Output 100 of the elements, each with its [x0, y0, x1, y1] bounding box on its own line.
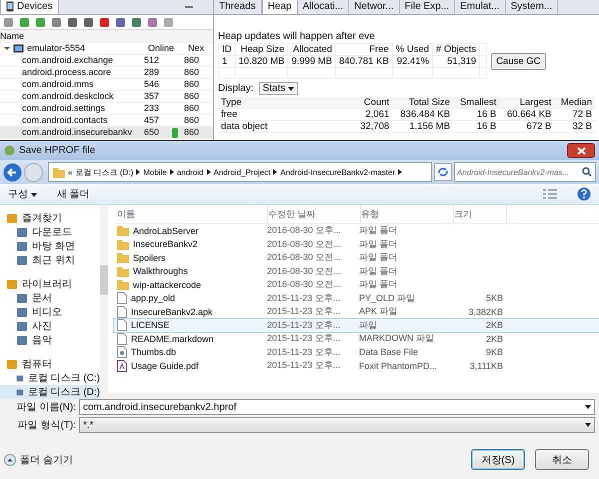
table-cell-text: 860: [183, 91, 200, 102]
column-header[interactable]: 이름: [114, 205, 268, 223]
file-date: 2016-08-30 오전...: [267, 251, 342, 264]
nav-item[interactable]: 최근 위치: [0, 253, 100, 267]
chevron-icon[interactable]: [136, 169, 140, 175]
panel-tab[interactable]: Emulat...: [455, 0, 506, 14]
process-row[interactable]: com.android.settings 233 860: [0, 103, 213, 115]
breadcrumb-item[interactable]: Android_Project: [214, 168, 270, 176]
chevron-icon[interactable]: [170, 169, 174, 175]
chevron-icon[interactable]: [273, 169, 278, 175]
file-row[interactable]: InsecureBankv2 2016-08-30 오전... 파일 폴더: [114, 238, 599, 251]
column-header[interactable]: 유형: [361, 205, 454, 223]
save-button[interactable]: 저장(S): [471, 449, 525, 470]
nav-item[interactable]: 문서: [0, 291, 100, 305]
nav-item[interactable]: 바탕 화면: [0, 239, 100, 253]
file-type: 파일 폴더: [359, 251, 399, 264]
process-row[interactable]: android.process.acore 289 860: [0, 67, 213, 79]
scrollbar[interactable]: [100, 205, 108, 393]
column-header: # Objects: [432, 44, 480, 56]
address-bar[interactable]: « 로컬 디스크 (D:) Mobile android Android_Project Android-InsecureBankv2-master: [48, 162, 432, 182]
breadcrumb-item[interactable]: Android-InsecureBankv2-master: [280, 168, 396, 176]
nav-item[interactable]: 로컬 디스크 (D:): [0, 385, 100, 399]
table-cell: 9.999 MB: [288, 56, 336, 68]
toolbar-icon[interactable]: [19, 16, 30, 28]
toolbar-icon[interactable]: [99, 16, 110, 28]
filename-field[interactable]: com.android.insecurebankv2.hprof: [79, 399, 595, 415]
help-icon[interactable]: [577, 187, 591, 201]
file-row[interactable]: Thumbs.db 2015-11-23 오후... Data Base File 9KB: [114, 346, 599, 359]
toolbar-icon[interactable]: [147, 16, 158, 28]
panel-tab[interactable]: Allocati...: [298, 0, 350, 14]
process-row[interactable]: com.android.mms 546 860: [0, 79, 213, 91]
breadcrumb-item[interactable]: «: [68, 168, 72, 176]
app-icon: [4, 145, 15, 156]
file-date: 2016-08-30 오전...: [267, 238, 342, 251]
new-folder-button[interactable]: 새 폴더: [56, 187, 90, 201]
toolbar-icon[interactable]: [35, 16, 46, 28]
refresh-icon[interactable]: [434, 163, 452, 181]
file-row[interactable]: AndroLabServer 2016-08-30 오후... 파일 폴더: [114, 224, 599, 238]
breadcrumb-item[interactable]: android: [176, 168, 204, 176]
column-header: Smallest: [453, 97, 500, 108]
table-cell-text: 860: [183, 103, 200, 114]
close-button[interactable]: [567, 143, 595, 158]
file-row[interactable]: app.py_old 2015-11-23 오후... PY_OLD 파일 5KB: [114, 292, 599, 305]
view-icon[interactable]: [543, 189, 557, 199]
file-row[interactable]: LICENSE 2015-11-23 오후... 파일 2KB: [114, 318, 599, 332]
nav-item[interactable]: 컴퓨터: [0, 357, 100, 371]
breadcrumb-item[interactable]: Mobile: [143, 168, 167, 176]
breadcrumb-item[interactable]: 로컬 디스크 (D:): [75, 166, 134, 178]
process-row[interactable]: com.android.exchange 512 860: [0, 55, 213, 67]
file-name: README.markdown: [131, 334, 214, 344]
table-cell-text: 457: [143, 115, 160, 126]
column-header[interactable]: 수정한 날짜: [268, 205, 361, 223]
cause-gc-button[interactable]: Cause GC: [491, 52, 546, 70]
file-row[interactable]: README.markdown 2015-11-23 오후... MARKDOWN 파일 2KB: [114, 332, 599, 346]
toolbar-icon[interactable]: [67, 16, 78, 28]
table-cell-text: 512: [143, 55, 160, 66]
nav-item[interactable]: 다운로드: [0, 225, 100, 239]
panel-tab[interactable]: Devices: [0, 0, 59, 14]
panel-tab[interactable]: Networ...: [349, 0, 400, 14]
back-icon[interactable]: [3, 162, 22, 182]
file-date: 2015-11-23 오후...: [267, 318, 342, 332]
file-name: Spoilers: [133, 252, 166, 263]
toolbar-icon[interactable]: [115, 16, 126, 28]
panel-tab[interactable]: Heap: [262, 0, 298, 14]
nav-item[interactable]: 라이브러리: [0, 277, 100, 291]
chevron-icon[interactable]: [206, 169, 210, 175]
process-row[interactable]: com.android.deskclock 357 860: [0, 91, 213, 103]
table-cell: com.android.mms: [22, 79, 94, 90]
toolbar-icon[interactable]: [51, 16, 62, 28]
panel-tab[interactable]: System...: [506, 0, 558, 14]
hide-folders-toggle[interactable]: 폴더 숨기기: [4, 452, 73, 466]
column-header[interactable]: 크기: [454, 205, 507, 223]
table-cell: 1.156 MB: [392, 120, 454, 132]
table-cell-text: 650: [143, 127, 160, 138]
file-row[interactable]: Walkthroughs 2016-08-30 오전... 파일 폴더: [114, 264, 599, 278]
nav-item[interactable]: 즐겨찾기: [0, 211, 100, 225]
file-row[interactable]: Usage Guide.pdf 2015-11-23 오후... Foxit PhantomPD... 3,111KB: [114, 359, 599, 372]
table-cell-text: 860: [183, 127, 200, 138]
nav-item[interactable]: 로컬 디스크 (C:): [0, 371, 100, 385]
nav-item[interactable]: 사진: [0, 319, 100, 333]
panel-tab[interactable]: File Exp...: [400, 0, 456, 14]
organize-menu[interactable]: 구성: [8, 187, 37, 201]
display-dropdown[interactable]: Stats: [258, 82, 298, 94]
file-date: 2016-08-30 오전...: [267, 264, 342, 278]
nav-item[interactable]: 비디오: [0, 305, 100, 319]
cancel-button[interactable]: 취소: [535, 449, 589, 470]
file-size: 2KB: [486, 320, 503, 330]
file-type: MARKDOWN 파일: [359, 332, 435, 346]
table-cell-text: 860: [183, 115, 200, 126]
file-date: 2015-11-23 오후...: [267, 346, 342, 359]
file-row[interactable]: wip-attackercode 2016-08-30 오전... 파일 폴더: [114, 278, 599, 292]
file-row[interactable]: InsecureBankv2.apk 2015-11-23 오후... APK 파일 3,382KB: [114, 305, 599, 318]
nav-item[interactable]: 음악: [0, 333, 100, 347]
filetype-dropdown[interactable]: *.*: [79, 417, 595, 433]
toolbar-icon[interactable]: [131, 16, 142, 28]
file-row[interactable]: Spoilers 2016-08-30 오전... 파일 폴더: [114, 251, 599, 264]
chevron-icon[interactable]: [398, 169, 402, 175]
toolbar-icon[interactable]: [3, 16, 14, 28]
toolbar-icon[interactable]: [83, 16, 94, 28]
process-row[interactable]: com.android.insecurebankv 650 860: [0, 127, 213, 139]
